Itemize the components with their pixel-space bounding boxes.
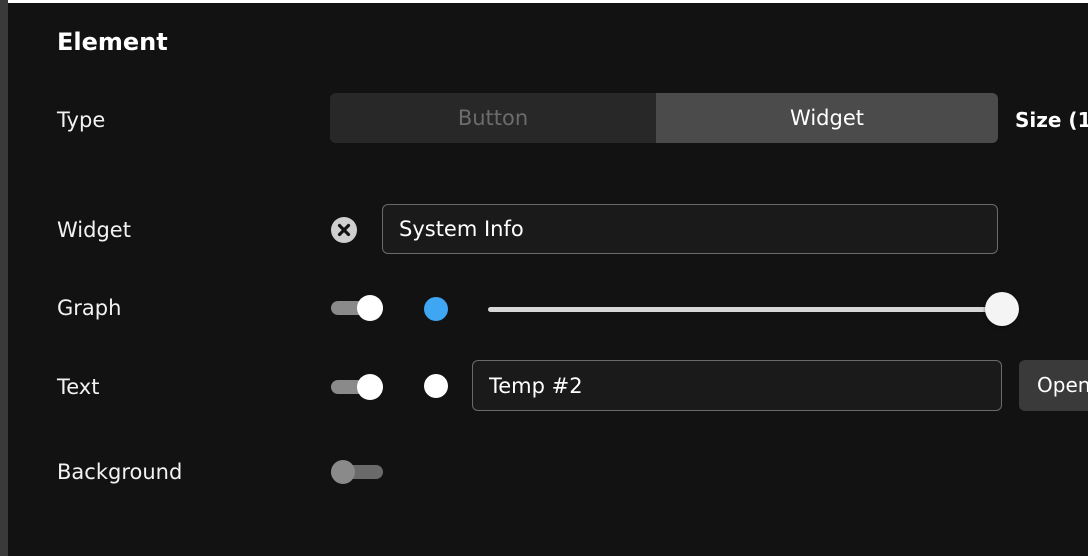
background-label: Background <box>57 460 183 484</box>
section-title: Element <box>57 28 168 56</box>
toggle-knob <box>357 374 383 400</box>
graph-color-swatch[interactable] <box>424 297 448 321</box>
element-settings-panel: Element Type Button Widget Size (1 Widge… <box>0 0 1088 556</box>
toggle-knob <box>357 295 383 321</box>
widget-label: Widget <box>57 218 131 242</box>
slider-rail <box>488 307 1002 312</box>
text-input[interactable] <box>472 360 1002 411</box>
type-option-widget[interactable]: Widget <box>656 93 998 143</box>
type-label: Type <box>57 108 106 132</box>
text-label: Text <box>57 375 100 399</box>
type-option-button[interactable]: Button <box>330 93 656 143</box>
graph-label: Graph <box>57 296 122 320</box>
toggle-knob <box>331 460 355 484</box>
size-label: Size (1 <box>1015 108 1088 132</box>
widget-input[interactable] <box>382 204 998 254</box>
text-toggle[interactable] <box>331 374 383 400</box>
slider-thumb[interactable] <box>985 292 1019 326</box>
left-border <box>0 0 8 556</box>
type-segmented-control: Button Widget <box>330 93 998 143</box>
top-edge <box>8 0 1088 3</box>
graph-toggle[interactable] <box>331 295 383 321</box>
close-circle-icon[interactable] <box>331 217 357 243</box>
graph-slider[interactable] <box>488 292 1019 326</box>
background-toggle[interactable] <box>331 459 383 485</box>
text-color-swatch[interactable] <box>424 374 448 398</box>
open-button[interactable]: Open <box>1019 360 1088 411</box>
